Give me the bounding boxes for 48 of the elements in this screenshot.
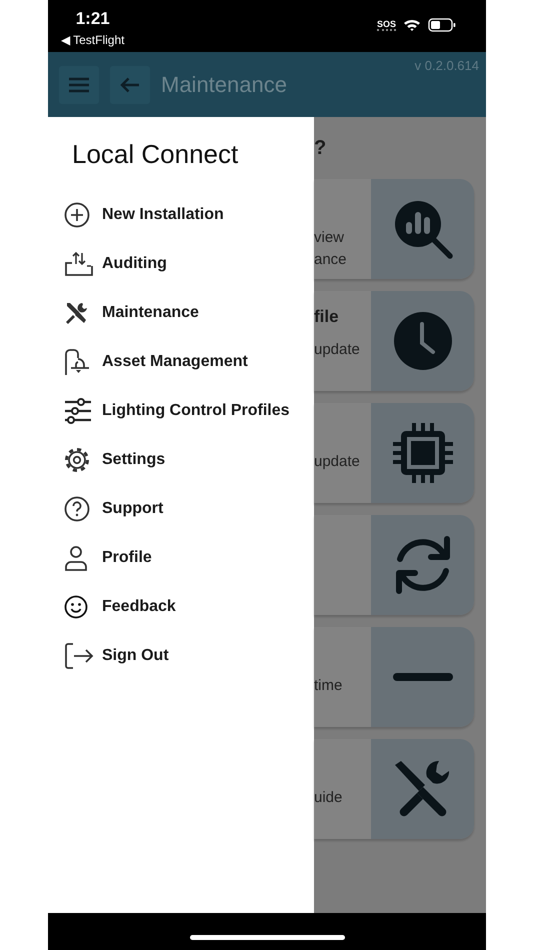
section-heading: ?: [314, 136, 328, 160]
action-card[interactable]: uide: [314, 739, 474, 839]
menu-button[interactable]: [59, 66, 99, 104]
sign-out-icon: [64, 642, 94, 668]
card-description: view: [314, 228, 346, 248]
menu-item[interactable]: Support: [48, 484, 314, 533]
card-description: update: [314, 452, 361, 472]
card-description: uide: [314, 788, 344, 808]
menu-item[interactable]: Settings: [48, 435, 314, 484]
wifi-icon: [403, 18, 421, 32]
menu-item[interactable]: Asset Management: [48, 337, 314, 386]
battery-icon: [428, 18, 456, 32]
carrier-label: SOS: [376, 19, 396, 31]
card-description: time: [314, 676, 344, 696]
settings-icon: [64, 446, 90, 472]
sliders-icon: [64, 398, 92, 424]
clock-time: 1:21: [76, 9, 110, 29]
upload-download-tray-icon: [64, 250, 94, 276]
action-card[interactable]: time: [314, 627, 474, 727]
menu-item[interactable]: Auditing: [48, 239, 314, 288]
plus-circle-icon: [64, 202, 90, 228]
home-indicator[interactable]: [190, 935, 344, 940]
menu-item[interactable]: Profile: [48, 533, 314, 582]
help-icon: [64, 496, 90, 522]
person-icon: [64, 544, 88, 570]
action-card[interactable]: update: [314, 403, 474, 503]
minus-icon: [392, 673, 452, 681]
back-arrow-icon: [120, 76, 140, 92]
version-label: v 0.2.0.614: [414, 58, 479, 73]
card-title: file: [314, 307, 339, 326]
menu-item[interactable]: Feedback: [48, 582, 314, 631]
action-card[interactable]: view ance: [314, 179, 474, 279]
action-card[interactable]: [314, 515, 474, 615]
back-button[interactable]: [110, 66, 150, 104]
card-description: ance: [314, 250, 348, 270]
chip-icon: [392, 423, 452, 483]
action-card[interactable]: file update: [314, 291, 474, 391]
clock-icon: [392, 311, 452, 371]
menu-item[interactable]: New Installation: [48, 190, 314, 239]
menu-item[interactable]: Lighting Control Profiles: [48, 386, 314, 435]
back-to-app-link[interactable]: ◀ TestFlight: [61, 32, 124, 48]
smiley-icon: [64, 594, 88, 618]
menu-item[interactable]: Sign Out: [48, 631, 314, 680]
card-description: update: [314, 340, 361, 360]
page-title: Maintenance: [161, 72, 287, 98]
drawer-title: Local Connect: [72, 139, 240, 169]
menu-item[interactable]: Maintenance: [48, 288, 314, 337]
menu-icon: [69, 76, 89, 92]
